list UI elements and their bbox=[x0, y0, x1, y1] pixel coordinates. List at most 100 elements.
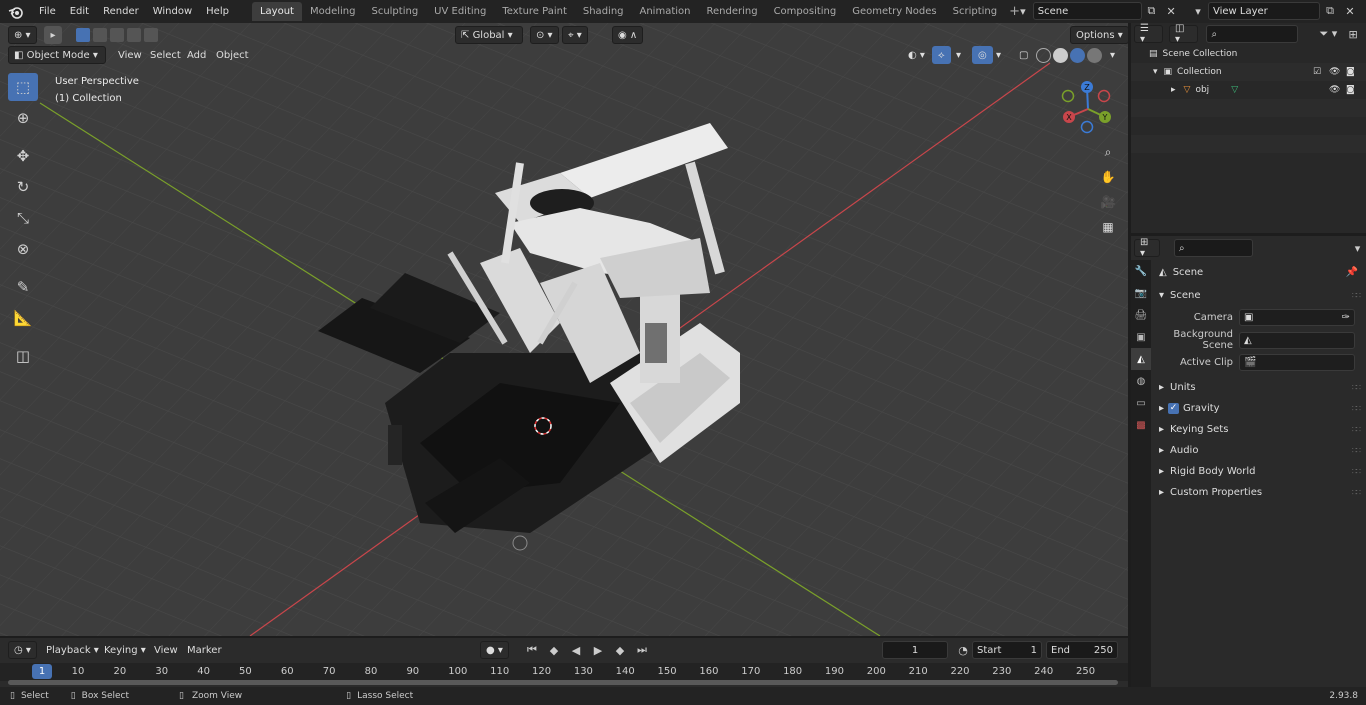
add-cube-tool-icon[interactable]: ◫ bbox=[8, 342, 38, 370]
scene-name-field[interactable]: Scene bbox=[1032, 2, 1142, 20]
new-collection-icon[interactable]: ⊞ bbox=[1343, 25, 1363, 43]
outliner-row-obj[interactable]: ▸ ▽ obj ▽ 👁 ◙ bbox=[1131, 81, 1366, 99]
outliner-search-input[interactable]: ⌕ bbox=[1206, 25, 1298, 43]
display-mode-icon[interactable]: ◫ ▾ bbox=[1168, 23, 1199, 45]
view-layer-name-field[interactable]: View Layer bbox=[1208, 2, 1320, 20]
properties-search-input[interactable]: ⌕ bbox=[1173, 239, 1254, 257]
visibility-icon[interactable]: ◐ ▾ bbox=[902, 46, 931, 64]
menu-render[interactable]: Render bbox=[96, 6, 146, 17]
copy-scene-icon[interactable]: ⧉ bbox=[1142, 2, 1162, 20]
auto-keying-icon[interactable]: ● ▾ bbox=[480, 641, 509, 659]
tab-animation[interactable]: Animation bbox=[632, 2, 699, 21]
timeline-menu-keying[interactable]: Keying ▾ bbox=[98, 641, 152, 659]
units-panel-header[interactable]: ▸ Units ∷∷ bbox=[1153, 377, 1366, 398]
copy-view-layer-icon[interactable]: ⧉ bbox=[1320, 2, 1340, 20]
menu-view[interactable]: View bbox=[112, 46, 148, 64]
editor-type-button[interactable]: ⊕ ▾ bbox=[8, 26, 37, 44]
gizmo-toggle-icon[interactable]: ⟡ bbox=[932, 46, 951, 64]
obj-hide-eye-icon[interactable]: 👁 bbox=[1329, 85, 1340, 95]
shading-dropdown-icon[interactable]: ▾ bbox=[1104, 46, 1121, 64]
ortho-grid-icon[interactable]: ▦ bbox=[1097, 216, 1119, 238]
background-scene-field[interactable]: ◭ bbox=[1239, 331, 1355, 349]
outliner-row-collection[interactable]: ▾ ▣ Collection ☑ 👁 ◙ bbox=[1131, 63, 1366, 81]
select-tool-icon[interactable]: ▸ bbox=[44, 26, 62, 44]
transform-tool-icon[interactable]: ⊗ bbox=[8, 235, 38, 263]
panel-grip-icon[interactable]: ∷∷ bbox=[1352, 425, 1361, 434]
cursor-tool-icon[interactable]: ⊕ bbox=[8, 104, 38, 132]
pan-hand-icon[interactable]: ✋ bbox=[1097, 166, 1119, 188]
select-invert-icon[interactable] bbox=[127, 28, 141, 42]
xray-toggle-icon[interactable]: ▢ bbox=[1013, 46, 1034, 64]
tab-sculpting[interactable]: Sculpting bbox=[363, 2, 426, 21]
scene-icon[interactable]: ▾ bbox=[1013, 2, 1033, 20]
active-clip-field[interactable]: 🎬 bbox=[1239, 353, 1355, 371]
view-layer-tab-icon[interactable]: ▣ bbox=[1131, 326, 1151, 348]
texture-tab-icon[interactable]: ▩ bbox=[1131, 414, 1151, 436]
play-reverse-icon[interactable]: ◀ bbox=[566, 641, 586, 659]
select-intersect-icon[interactable] bbox=[144, 28, 158, 42]
menu-file[interactable]: File bbox=[32, 6, 63, 17]
measure-tool-icon[interactable]: 📐 bbox=[8, 304, 38, 332]
timeline-menu-view[interactable]: View bbox=[148, 641, 184, 659]
tab-compositing[interactable]: Compositing bbox=[766, 2, 845, 21]
filter-icon[interactable]: ⏷ ▾ bbox=[1314, 25, 1344, 43]
select-box-tool-icon[interactable]: ⬚ bbox=[8, 73, 38, 101]
mesh-data-icon[interactable]: ▽ bbox=[1231, 85, 1238, 95]
jump-end-icon[interactable]: ⏭ bbox=[632, 641, 652, 659]
panel-grip-icon[interactable]: ∷∷ bbox=[1352, 467, 1361, 476]
current-frame-field[interactable]: 1 bbox=[882, 641, 948, 659]
select-new-icon[interactable] bbox=[76, 28, 90, 42]
properties-options-icon[interactable]: ▾ bbox=[1349, 239, 1366, 257]
prev-keyframe-icon[interactable]: ◆ bbox=[544, 641, 564, 659]
menu-object[interactable]: Object bbox=[210, 46, 255, 64]
current-frame-indicator[interactable]: 1 bbox=[32, 664, 52, 679]
expand-obj-icon[interactable]: ▸ bbox=[1171, 85, 1176, 95]
audio-panel-header[interactable]: ▸ Audio ∷∷ bbox=[1153, 440, 1366, 461]
timeline-ruler[interactable]: 1 10 20 30 40 50 60 70 80 90 100 110 120 130 140 150 16… bbox=[0, 663, 1128, 681]
timeline-editor-type-icon[interactable]: ◷ ▾ bbox=[8, 641, 37, 659]
outliner-editor-type-icon[interactable]: ☰ ▾ bbox=[1134, 23, 1163, 45]
output-tab-icon[interactable]: 🖨 bbox=[1131, 304, 1151, 326]
tab-shading[interactable]: Shading bbox=[575, 2, 632, 21]
menu-window[interactable]: Window bbox=[146, 6, 199, 17]
gravity-checkbox[interactable]: ✓ bbox=[1168, 403, 1180, 414]
pivot-point-dropdown[interactable]: ⊙ ▾ bbox=[530, 26, 559, 44]
3d-viewport[interactable]: ⊕ ▾ ▸ ⇱ Global ▾ ⊙ ▾ ⌖ ▾ ◉ ∧ Options ▾ ◧… bbox=[0, 23, 1128, 636]
next-keyframe-icon[interactable]: ◆ bbox=[610, 641, 630, 659]
tab-layout[interactable]: Layout bbox=[251, 2, 302, 21]
collection-tab-icon[interactable]: ▭ bbox=[1131, 392, 1151, 414]
tab-texture-paint[interactable]: Texture Paint bbox=[494, 2, 575, 21]
move-tool-icon[interactable]: ✥ bbox=[8, 142, 38, 170]
panel-grip-icon[interactable]: ∷∷ bbox=[1352, 383, 1361, 392]
menu-add[interactable]: Add bbox=[181, 46, 212, 64]
gravity-panel-header[interactable]: ▸ ✓ Gravity ∷∷ bbox=[1153, 398, 1366, 419]
transform-orientation-dropdown[interactable]: ⇱ Global ▾ bbox=[455, 26, 523, 44]
scene-tab-icon[interactable]: ◭ bbox=[1131, 348, 1151, 370]
tab-modeling[interactable]: Modeling bbox=[302, 2, 364, 21]
scene-panel-header[interactable]: ▾ Scene ∷∷ bbox=[1153, 285, 1366, 306]
pin-icon[interactable]: 📌 bbox=[1346, 267, 1358, 278]
world-tab-icon[interactable]: ◍ bbox=[1131, 370, 1151, 392]
panel-grip-icon[interactable]: ∷∷ bbox=[1352, 291, 1361, 300]
rendered-shading-icon[interactable] bbox=[1087, 47, 1102, 63]
proportional-edit-toggle[interactable]: ◉ ∧ bbox=[612, 26, 644, 44]
annotate-tool-icon[interactable]: ✎ bbox=[8, 273, 38, 301]
expand-collection-icon[interactable]: ▾ bbox=[1153, 67, 1158, 77]
rotate-tool-icon[interactable]: ↻ bbox=[8, 173, 38, 201]
scale-tool-icon[interactable]: ⤡ bbox=[8, 204, 38, 232]
material-shading-icon[interactable] bbox=[1070, 47, 1085, 63]
delete-view-layer-icon[interactable]: ✕ bbox=[1340, 2, 1360, 20]
solid-shading-icon[interactable] bbox=[1053, 47, 1068, 63]
rigid-body-world-panel-header[interactable]: ▸ Rigid Body World ∷∷ bbox=[1153, 461, 1366, 482]
select-subtract-icon[interactable] bbox=[110, 28, 124, 42]
render-camera-icon[interactable]: ◙ bbox=[1346, 67, 1355, 77]
snap-toggle[interactable]: ⌖ ▾ bbox=[562, 26, 588, 44]
mode-dropdown[interactable]: ◧ Object Mode ▾ bbox=[8, 46, 106, 64]
gizmo-dropdown-icon[interactable]: ▾ bbox=[950, 46, 967, 64]
delete-scene-icon[interactable]: ✕ bbox=[1161, 2, 1181, 20]
blender-logo-icon[interactable] bbox=[0, 0, 32, 23]
tab-rendering[interactable]: Rendering bbox=[698, 2, 765, 21]
properties-editor-type-icon[interactable]: ⊞ ▾ bbox=[1134, 237, 1160, 259]
tab-scripting[interactable]: Scripting bbox=[945, 2, 1005, 21]
end-frame-field[interactable]: End 250 bbox=[1046, 641, 1118, 659]
